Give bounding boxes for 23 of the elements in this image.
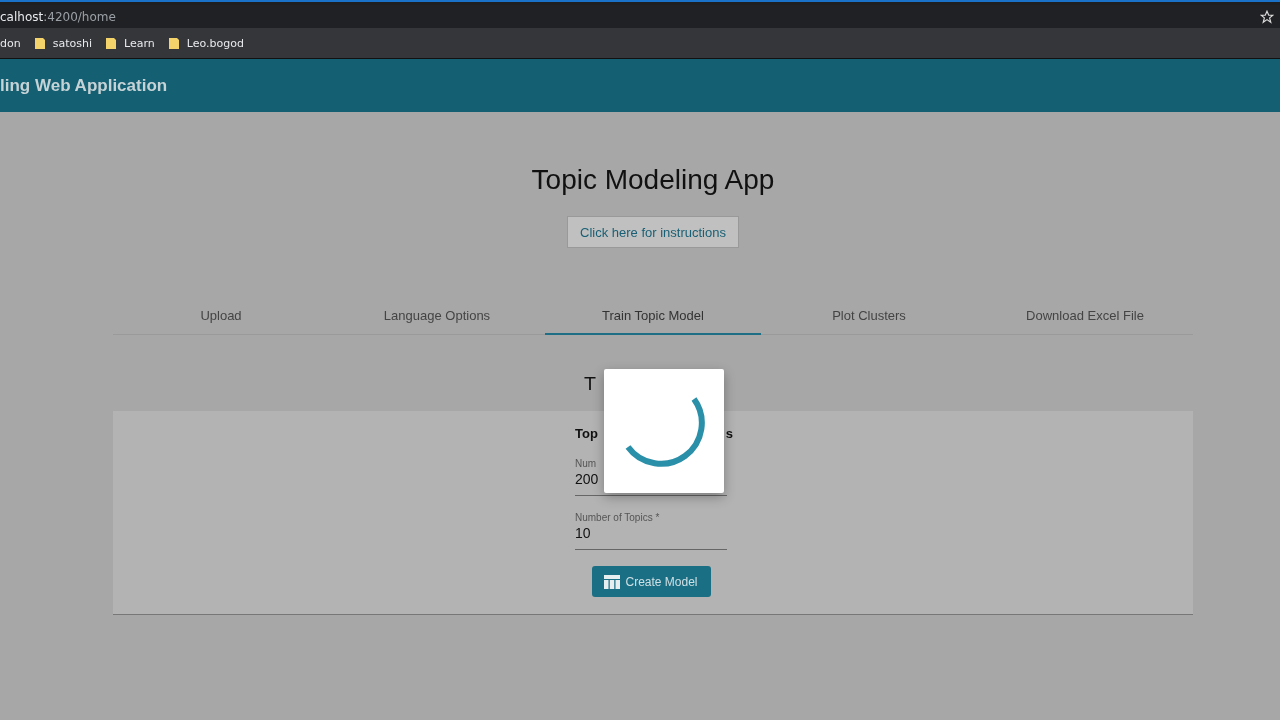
bookmark[interactable]: satoshi — [34, 36, 92, 50]
card-heading: s — [725, 426, 733, 443]
star-icon[interactable] — [1260, 9, 1274, 24]
page-title: Topic Modeling App — [531, 164, 775, 196]
folder-icon — [168, 37, 179, 49]
bookmark[interactable]: Learn — [105, 36, 155, 50]
tab[interactable]: Download Excel File — [977, 298, 1193, 334]
table-icon — [604, 574, 621, 589]
address-field[interactable]: calhost:4200/home — [0, 9, 116, 24]
tab[interactable]: Language Options — [329, 298, 545, 334]
card-heading: Top — [575, 426, 598, 443]
tab[interactable]: Train Topic Model — [545, 298, 761, 335]
create-model-button[interactable]: Create Model — [591, 566, 711, 597]
instructions-button[interactable]: Click here for instructions — [567, 216, 739, 248]
tab[interactable]: Plot Clusters — [761, 298, 977, 334]
input-field[interactable]: Number of Topics * 10 — [575, 510, 727, 550]
folder-icon — [34, 37, 45, 49]
bookmark[interactable]: don — [0, 36, 21, 50]
section-heading: T — [584, 373, 596, 396]
app-title: ling Web Application — [0, 75, 168, 96]
tab[interactable]: Upload — [113, 298, 329, 334]
folder-icon — [105, 37, 116, 49]
bookmark[interactable]: Leo.bogod — [168, 36, 244, 50]
